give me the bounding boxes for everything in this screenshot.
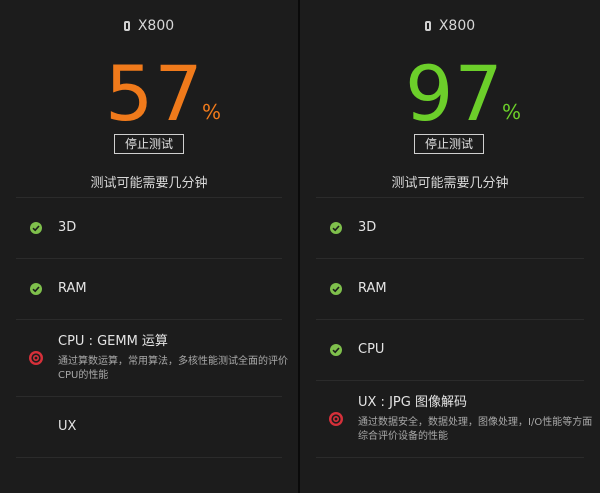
progress-score: 57 %	[0, 56, 298, 134]
test-item-label: RAM	[358, 281, 387, 296]
progress-score: 97 %	[300, 56, 600, 134]
test-list: 3D RAM CPU : GEMM 运算 通过算数运算，常用算法，多核性能测试全…	[16, 197, 288, 458]
check-circle-icon	[30, 283, 42, 295]
check-circle-icon	[330, 283, 342, 295]
target-icon	[329, 412, 343, 426]
progress-value: 97	[405, 49, 504, 138]
phone-icon	[424, 21, 431, 31]
test-list: 3D RAM CPU UX: JPG 图像解码 通过数据安全，数据处理，图像处…	[316, 197, 592, 458]
test-item-label: CPU	[358, 342, 385, 357]
test-item-3d: 3D	[16, 197, 282, 258]
phone-icon	[123, 21, 130, 31]
percent-sign: %	[202, 100, 222, 124]
device-header: X800	[0, 16, 298, 36]
test-item-label: 3D	[58, 220, 77, 235]
check-circle-icon	[330, 344, 342, 356]
duration-note: 测试可能需要几分钟	[391, 176, 509, 191]
benchmark-panel-left: X800 57 % 停止测试 测试可能需要几分钟 3D RAM CPU: GE…	[0, 0, 300, 493]
test-item-ux: UX	[16, 396, 282, 458]
test-item-3d: 3D	[316, 197, 584, 258]
percent-sign: %	[502, 100, 522, 124]
test-item-label: CPU : GEMM 运算	[58, 334, 168, 349]
target-icon	[29, 351, 43, 365]
device-name: X800	[137, 18, 175, 34]
test-item-description: 通过算数运算，常用算法，多核性能测试全面的评价CPU的性能	[58, 356, 288, 381]
test-item-ram: RAM	[316, 258, 584, 319]
test-item-ux: UX : JPG 图像解码 通过数据安全，数据处理，图像处理，I/O性能等方面综…	[316, 380, 592, 458]
test-item-label: UX : JPG 图像解码	[358, 395, 467, 410]
check-circle-icon	[330, 222, 342, 234]
duration-note: 测试可能需要几分钟	[90, 176, 208, 191]
test-item-ram: RAM	[16, 258, 282, 319]
check-circle-icon	[30, 222, 42, 234]
benchmark-screens: X800 57 % 停止测试 测试可能需要几分钟 3D RAM CPU: GE…	[0, 0, 600, 493]
test-item-label: UX	[58, 419, 77, 434]
test-item-description: 通过数据安全，数据处理，图像处理，I/O性能等方面综合评价设备的性能	[358, 417, 593, 442]
stop-test-button[interactable]: 停止测试	[114, 134, 184, 154]
device-header: X800	[300, 16, 600, 36]
device-name: X800	[438, 18, 476, 34]
stop-test-button[interactable]: 停止测试	[414, 134, 484, 154]
test-item-cpu: CPU	[316, 319, 584, 380]
test-item-label: RAM	[58, 281, 87, 296]
progress-value: 57	[105, 49, 204, 138]
benchmark-panel-right: X800 97 % 停止测试 测试可能需要几分钟 3D RAM CPU UX:…	[300, 0, 600, 493]
test-item-cpu: CPU : GEMM 运算 通过算数运算，常用算法，多核性能测试全面的评价CPU…	[16, 319, 288, 396]
test-item-label: 3D	[358, 220, 377, 235]
